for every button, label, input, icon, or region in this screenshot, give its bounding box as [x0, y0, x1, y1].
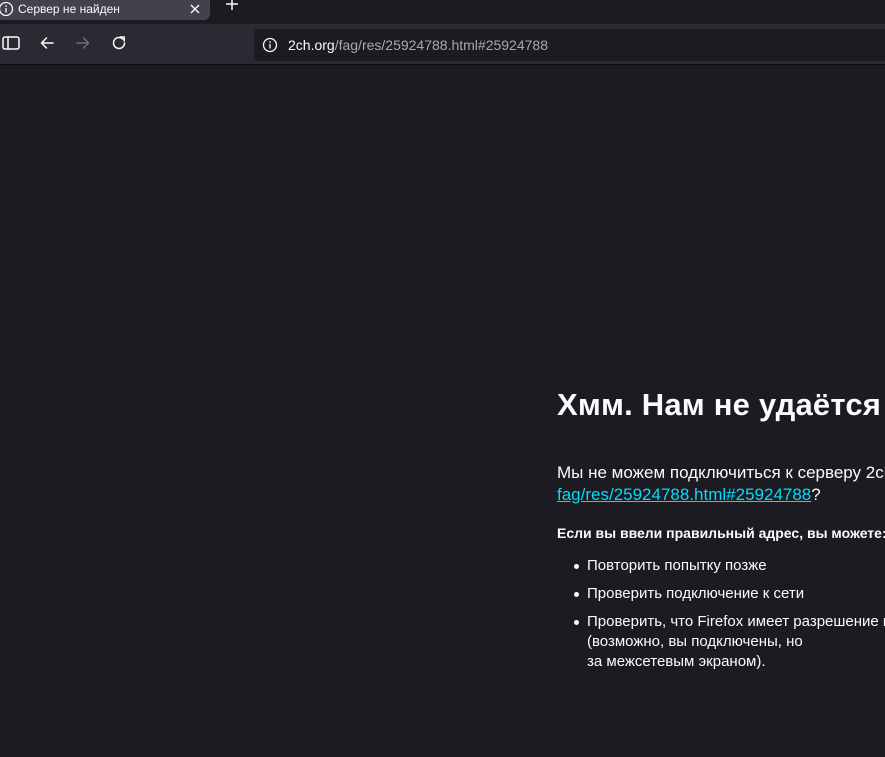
plus-icon: [225, 0, 239, 16]
reload-button[interactable]: [105, 31, 133, 59]
error-title: Хмм. Нам не удаётся найти этот сайт.: [557, 387, 885, 422]
reload-icon: [111, 35, 127, 56]
error-desc-text: Мы не можем подключиться к серверу 2ch.o…: [557, 463, 885, 482]
sidebar-button[interactable]: [0, 31, 25, 59]
error-description: Мы не можем подключиться к серверу 2ch.o…: [557, 462, 885, 506]
forward-button[interactable]: [69, 31, 97, 59]
list-item: Повторить попытку позже: [573, 556, 885, 576]
error-desc-after: ?: [811, 485, 821, 504]
back-arrow-icon: [39, 35, 55, 56]
url-text[interactable]: 2ch.org/fag/res/25924788.html#25924788: [288, 37, 548, 53]
list-item: Проверить подключение к сети: [573, 584, 885, 604]
close-icon[interactable]: [186, 0, 204, 18]
info-icon[interactable]: [262, 37, 278, 53]
error-container: Хмм. Нам не удаётся найти этот сайт. Мы …: [557, 387, 885, 680]
back-button[interactable]: [33, 31, 61, 59]
url-path: /fag/res/25924788.html#25924788: [334, 37, 548, 53]
url-host: 2ch.org: [288, 37, 335, 53]
forward-arrow-icon: [75, 35, 91, 56]
address-bar[interactable]: 2ch.org/fag/res/25924788.html#25924788: [254, 29, 885, 61]
new-tab-button[interactable]: [222, 0, 242, 16]
info-icon: [0, 1, 14, 17]
page-content: Хмм. Нам не удаётся найти этот сайт. Мы …: [0, 65, 885, 757]
tab-title: Сервер не найден: [18, 2, 120, 16]
navigation-bar: 2ch.org/fag/res/25924788.html#25924788: [0, 24, 885, 65]
sidebar-icon: [2, 35, 20, 56]
tab-active[interactable]: Сервер не найден: [0, 0, 210, 20]
error-subheading: Если вы ввели правильный адрес, вы может…: [557, 525, 885, 541]
error-url-link[interactable]: fag/res/25924788.html#25924788: [557, 485, 811, 504]
error-suggestions: Повторить попытку позже Проверить подклю…: [557, 556, 885, 672]
tab-strip: Сервер не найден: [0, 0, 885, 24]
list-item: Проверить, что Firefox имеет разрешение …: [573, 612, 885, 672]
